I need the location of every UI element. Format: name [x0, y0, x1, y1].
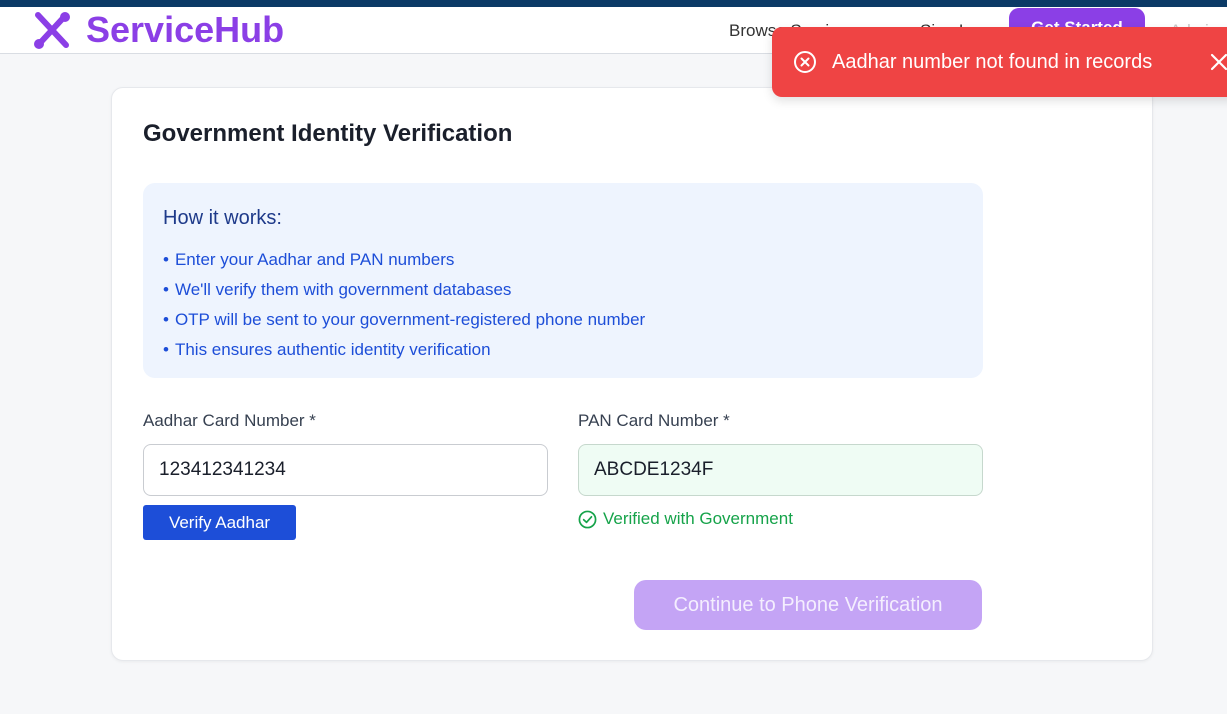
how-it-works-list: Enter your Aadhar and PAN numbers We'll … [163, 245, 645, 365]
continue-to-phone-verification-button[interactable]: Continue to Phone Verification [634, 580, 982, 630]
verification-card: Government Identity Verification How it … [111, 87, 1153, 661]
pan-verified-status: Verified with Government [578, 508, 793, 530]
list-item: Enter your Aadhar and PAN numbers [163, 245, 645, 275]
verified-text: Verified with Government [603, 509, 793, 528]
verify-aadhar-button[interactable]: Verify Aadhar [143, 505, 296, 540]
logo-text[interactable]: ServiceHub [86, 10, 284, 50]
list-item: We'll verify them with government databa… [163, 275, 645, 305]
error-circle-x-icon [794, 51, 816, 73]
list-item: This ensures authentic identity verifica… [163, 335, 645, 365]
how-it-works-box: How it works: Enter your Aadhar and PAN … [143, 183, 983, 378]
toast-message: Aadhar number not found in records [832, 51, 1153, 73]
how-it-works-title: How it works: [163, 207, 282, 229]
aadhar-label: Aadhar Card Number * [143, 411, 316, 430]
check-circle-icon [578, 510, 597, 528]
pan-input[interactable] [578, 444, 983, 496]
page-title: Government Identity Verification [143, 120, 513, 147]
top-accent-strip [0, 0, 1227, 7]
error-toast: Aadhar number not found in records [772, 27, 1227, 97]
pan-label: PAN Card Number * [578, 411, 730, 430]
wrench-screwdriver-icon [34, 12, 70, 49]
close-icon[interactable] [1210, 53, 1227, 71]
list-item: OTP will be sent to your government-regi… [163, 305, 645, 335]
aadhar-input[interactable] [143, 444, 548, 496]
